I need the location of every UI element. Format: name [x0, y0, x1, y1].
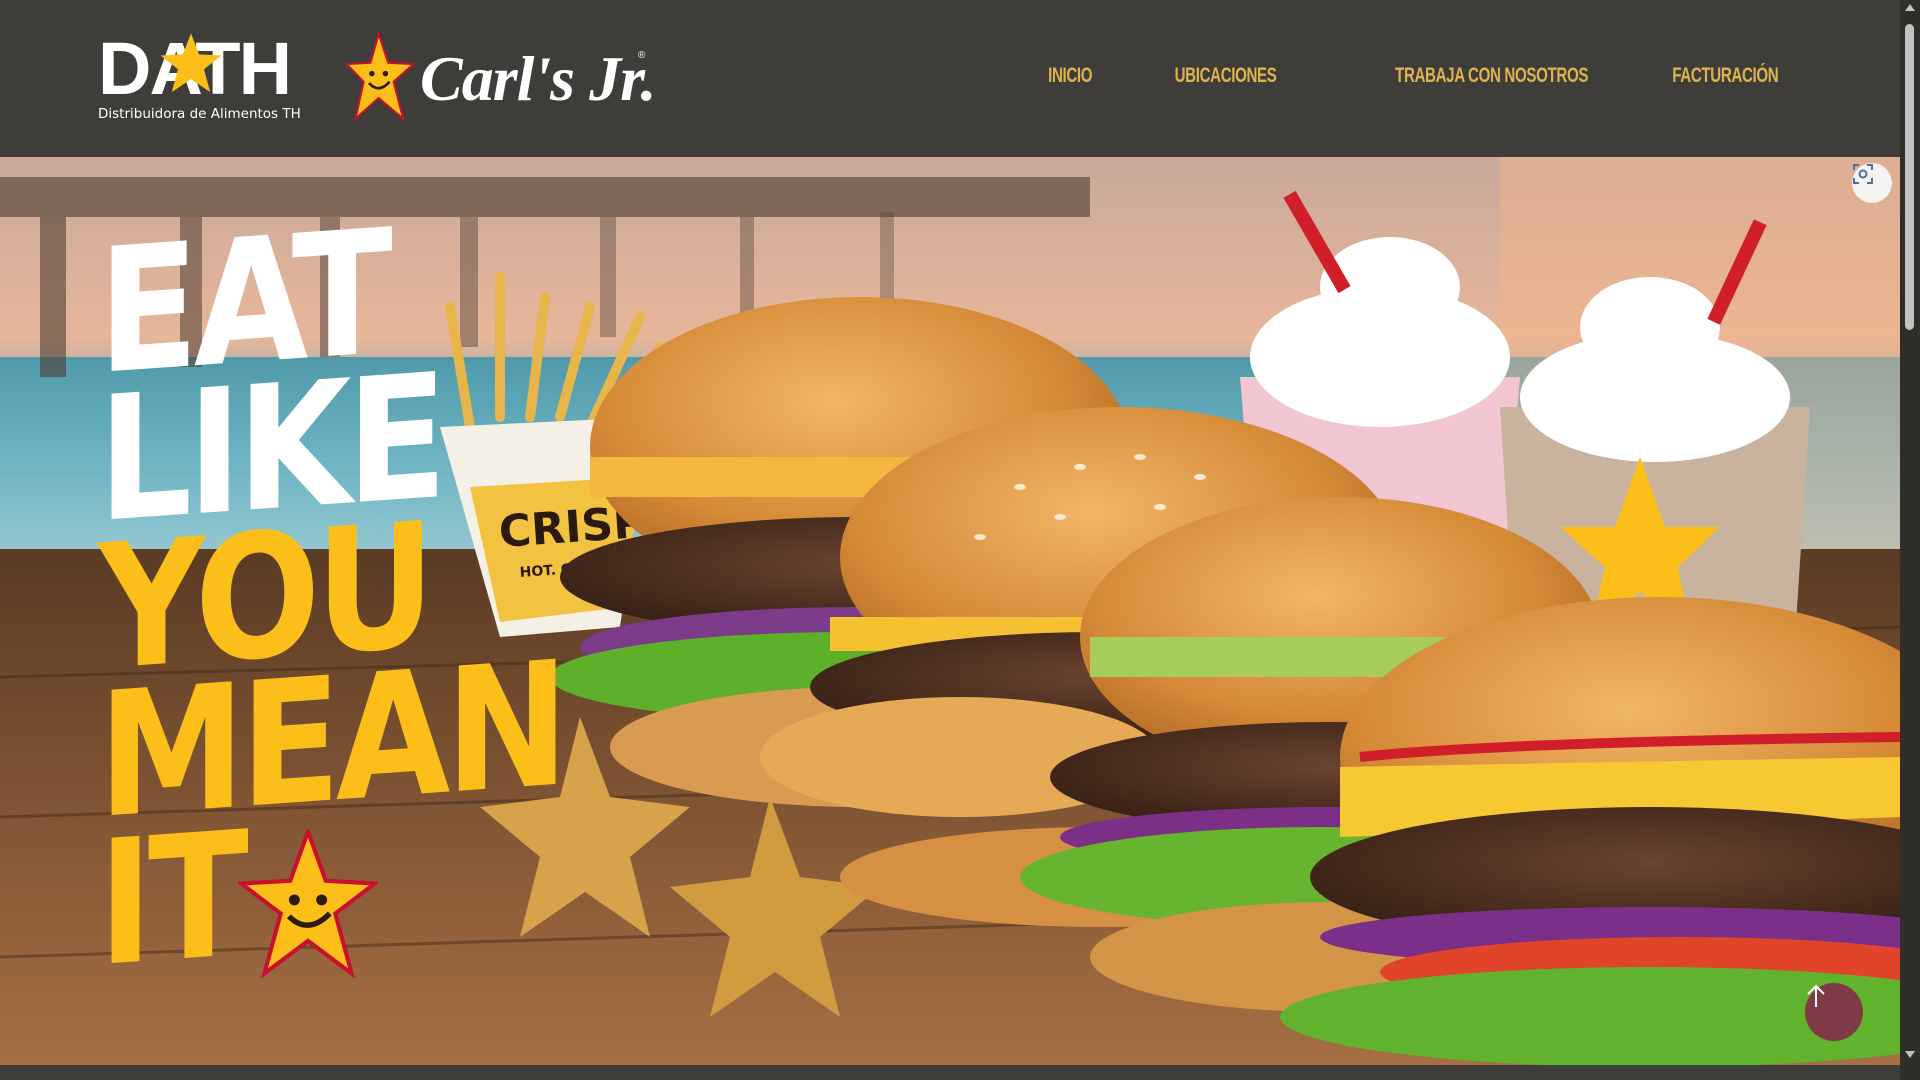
nav-link-inicio[interactable]: Inicio — [1048, 64, 1092, 88]
site-header: DATH Distribuidora de Alimentos TH Carl'… — [0, 0, 1900, 157]
vertical-scrollbar[interactable] — [1900, 0, 1920, 1080]
nav-link-ubicaciones[interactable]: Ubicaciones — [1175, 64, 1277, 88]
carls-jr-wordmark: Carl's Jr. — [420, 43, 656, 114]
visual-search-icon — [1853, 164, 1873, 184]
hero-banner[interactable]: CRISP HOT. CRUNCH — [0, 157, 1900, 1065]
happy-star-icon — [238, 829, 378, 979]
nav-link-trabaja[interactable]: Trabaja con nosotros — [1395, 64, 1588, 88]
page-bottom-strip — [0, 1065, 1900, 1080]
happy-star-icon — [346, 32, 414, 122]
main-nav: Inicio Ubicaciones Trabaja con nosotros … — [988, 64, 1778, 88]
scroll-up-icon[interactable] — [1905, 4, 1915, 11]
nav-link-facturacion[interactable]: Facturación — [1672, 64, 1778, 88]
dath-star-icon — [160, 33, 222, 93]
scroll-to-top-button[interactable] — [1805, 983, 1863, 1041]
arrow-up-icon — [1807, 984, 1825, 1007]
carls-jr-logo[interactable]: Carl's Jr. ® — [346, 32, 656, 126]
visual-search-button[interactable] — [1852, 163, 1892, 203]
dath-logo-subtitle: Distribuidora de Alimentos TH — [98, 106, 301, 122]
dath-logo[interactable]: DATH Distribuidora de Alimentos TH — [98, 32, 301, 124]
scrollbar-thumb[interactable] — [1905, 24, 1914, 330]
scroll-down-icon[interactable] — [1905, 1051, 1915, 1058]
registered-mark: ® — [638, 50, 646, 61]
